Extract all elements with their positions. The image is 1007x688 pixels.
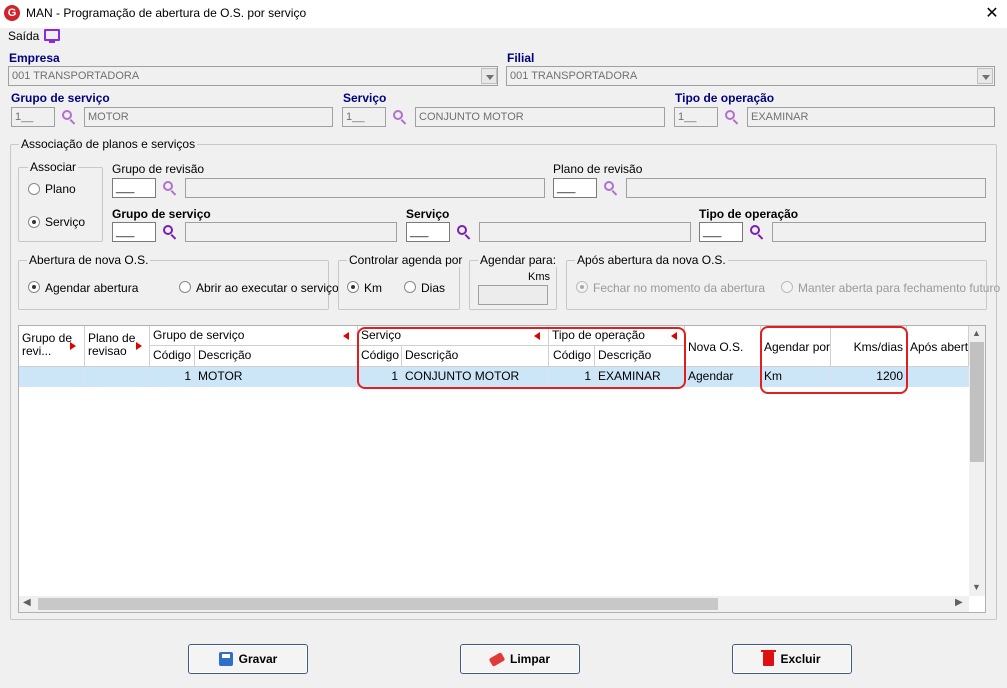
grupo-revisao-desc [185, 178, 545, 198]
menu-exit[interactable]: Saída [8, 29, 39, 43]
tipo-operacao-search-icon[interactable] [724, 109, 740, 125]
radio-dias[interactable] [404, 281, 416, 293]
radio-dias-label: Dias [421, 281, 446, 295]
assoc-grupo-servico-desc [185, 222, 397, 242]
col-arrow-right-icon [70, 342, 76, 350]
highlight-servico-tipo [357, 327, 686, 389]
assoc-tipo-operacao-label: Tipo de operação [699, 207, 799, 221]
plano-revisao-desc [626, 178, 986, 198]
trash-icon [761, 650, 777, 666]
grid-vertical-scroll-thumb[interactable] [970, 342, 984, 462]
limpar-label: Limpar [509, 652, 550, 666]
scroll-right-icon[interactable]: ▶ [955, 597, 963, 608]
cell-nova-os: Agendar [685, 367, 761, 387]
header-nova-os[interactable]: Nova O.S. [685, 326, 761, 367]
highlight-agendar-kms [760, 326, 908, 394]
servico-label: Serviço [343, 91, 387, 105]
assoc-servico-search-icon[interactable] [456, 224, 472, 240]
controlar-title: Controlar agenda por [347, 253, 465, 267]
excluir-button[interactable]: Excluir [732, 644, 852, 674]
apos-title: Após abertura da nova O.S. [575, 253, 728, 267]
filial-select[interactable]: 001 TRANSPORTADORA [506, 66, 995, 86]
grid-horizontal-scroll-thumb[interactable] [38, 598, 718, 610]
scroll-up-icon[interactable]: ▲ [972, 328, 981, 338]
save-icon [218, 652, 233, 666]
grupo-revisao-search-icon[interactable] [162, 180, 178, 196]
radio-plano-label: Plano [45, 182, 76, 196]
col-arrow-right-icon [136, 342, 142, 350]
assoc-tipo-operacao-desc [772, 222, 986, 242]
radio-manter[interactable] [781, 281, 793, 293]
abertura-title: Abertura de nova O.S. [27, 253, 151, 267]
eraser-icon [488, 651, 506, 667]
monitor-icon[interactable] [44, 29, 60, 43]
associar-title: Associar [28, 160, 79, 174]
assoc-tipo-operacao-search-icon[interactable] [749, 224, 765, 240]
grupo-servico-label: Grupo de serviço [11, 91, 110, 105]
radio-km-label: Km [364, 281, 382, 295]
assoc-servico-label: Serviço [406, 207, 450, 221]
plano-revisao-label: Plano de revisão [553, 162, 643, 176]
grupo-revisao-code[interactable]: ___ [112, 178, 156, 198]
tipo-operacao-label: Tipo de operação [675, 91, 775, 105]
plano-revisao-code[interactable]: ___ [553, 178, 597, 198]
filial-label: Filial [507, 51, 535, 65]
servico-desc: CONJUNTO MOTOR [415, 107, 665, 127]
gravar-button[interactable]: Gravar [188, 644, 308, 674]
assoc-servico-code[interactable]: ___ [406, 222, 450, 242]
radio-plano[interactable] [28, 183, 40, 195]
radio-abrir-executar-label: Abrir ao executar o serviço [196, 281, 339, 295]
assoc-grupo-servico-search-icon[interactable] [162, 224, 178, 240]
close-icon[interactable]: ✕ [982, 3, 1002, 23]
radio-agendar-abertura[interactable] [28, 281, 40, 293]
radio-fechar-label: Fechar no momento da abertura [593, 281, 766, 295]
empresa-select[interactable]: 001 TRANSPORTADORA [8, 66, 498, 86]
header-apos-abertura[interactable]: Após abertu [907, 326, 969, 367]
assoc-servico-desc [479, 222, 691, 242]
grupo-servico-desc: MOTOR [84, 107, 333, 127]
empresa-label: Empresa [9, 51, 60, 65]
app-logo-icon: G [4, 5, 20, 21]
excluir-label: Excluir [780, 652, 821, 666]
agendar-para-input[interactable] [478, 285, 548, 305]
filial-dropdown-icon[interactable] [977, 68, 993, 84]
tipo-operacao-desc: EXAMINAR [747, 107, 995, 127]
servico-code[interactable]: 1__ [342, 107, 386, 127]
grupo-servico-search-icon[interactable] [61, 109, 77, 125]
empresa-dropdown-icon[interactable] [481, 68, 497, 84]
associar-group [18, 167, 103, 242]
col-arrow-left-icon [343, 332, 349, 340]
radio-manter-label: Manter aberta para fechamento futuro [798, 281, 1001, 295]
tipo-operacao-code[interactable]: 1__ [674, 107, 718, 127]
radio-servico-label: Serviço [45, 215, 86, 229]
gravar-label: Gravar [238, 652, 278, 666]
cell-plano-revisao [85, 367, 150, 387]
agendar-para-unit: Kms [528, 271, 550, 283]
plano-revisao-search-icon[interactable] [603, 180, 619, 196]
assoc-group-title: Associação de planos e serviços [19, 137, 198, 151]
limpar-button[interactable]: Limpar [460, 644, 580, 674]
window-title: MAN - Programação de abertura de O.S. po… [26, 6, 307, 20]
grupo-revisao-label: Grupo de revisão [112, 162, 205, 176]
scroll-left-icon[interactable]: ◀ [23, 597, 31, 608]
cell-grupo-servico-descricao: MOTOR [195, 367, 358, 387]
cell-apos-abertura [907, 367, 969, 387]
header-grupo-servico[interactable]: Grupo de serviço [150, 326, 358, 346]
assoc-grupo-servico-code[interactable]: ___ [112, 222, 156, 242]
cell-grupo-revisao [19, 367, 85, 387]
agendar-para-title: Agendar para: [478, 253, 559, 267]
scroll-down-icon[interactable]: ▼ [972, 582, 981, 592]
radio-agendar-abertura-label: Agendar abertura [45, 281, 139, 295]
assoc-grupo-servico-label: Grupo de serviço [112, 207, 211, 221]
radio-servico[interactable] [28, 216, 40, 228]
header-grupo-servico-descricao[interactable]: Descrição [195, 346, 358, 367]
header-grupo-servico-codigo[interactable]: Código [150, 346, 195, 367]
radio-abrir-executar[interactable] [179, 281, 191, 293]
servico-search-icon[interactable] [392, 109, 408, 125]
grupo-servico-code[interactable]: 1__ [11, 107, 55, 127]
radio-km[interactable] [347, 281, 359, 293]
radio-fechar[interactable] [576, 281, 588, 293]
assoc-tipo-operacao-code[interactable]: ___ [699, 222, 743, 242]
cell-grupo-servico-codigo: 1 [150, 367, 195, 387]
